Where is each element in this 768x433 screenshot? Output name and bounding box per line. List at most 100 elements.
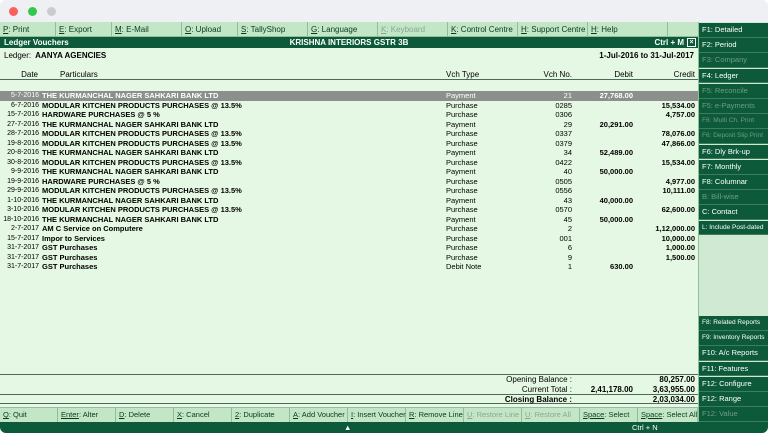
cell-credit: 1,500.00 [665, 252, 695, 262]
sidebar-f3-company-button[interactable]: F3: Company [699, 53, 768, 69]
sidebar-f5-e-payments-button[interactable]: F5: e-Payments [699, 99, 768, 114]
table-row[interactable]: 3-10-2016 MODULAR KITCHEN PRODUCTS PURCHA… [0, 205, 698, 215]
table-row[interactable]: 19-9-2016 HARDWARE PURCHASES @ 5 % Purchas… [0, 177, 698, 187]
action-key: Space [583, 410, 605, 419]
sidebar-f11-features-button[interactable]: F11: Features [699, 361, 768, 377]
cell-vch-no: 9 [567, 252, 572, 262]
cell-credit: 1,12,000.00 [655, 224, 695, 233]
table-row[interactable]: 19-8-2016 MODULAR KITCHEN PRODUCTS PURCHA… [0, 139, 698, 149]
cell-vch-type: Payment [446, 91, 476, 100]
app-window: P: Print E: Export M: E-Mail O: Upload S: Ta… [0, 0, 768, 433]
action-add-voucher-button[interactable]: A: Add Voucher [290, 408, 348, 422]
sidebar-f6-dly-brk-up-button[interactable]: F6: Dly Brk-up [699, 144, 768, 160]
topbar-print[interactable]: P: Print [0, 22, 56, 37]
sidebar-f6-deposit-slip-print-button[interactable]: F6: Deposit Slip Print [699, 129, 768, 145]
chevron-up-icon[interactable]: ▲ [344, 422, 351, 433]
action-alter-button[interactable]: Enter: Alter [58, 408, 116, 422]
cell-particulars: THE KURMANCHAL NAGER SAHKARI BANK LTD [42, 119, 219, 129]
sidebar-f10-a-c-reports-button[interactable]: F10: A/c Reports [699, 346, 768, 362]
table-row[interactable]: 20-8-2016 THE KURMANCHAL NAGER SAHKARI BA… [0, 148, 698, 158]
sidebar-l-include-post-dated-button[interactable]: L: Include Post-dated [699, 220, 768, 236]
action-insert-voucher-button[interactable]: I: Insert Voucher [348, 408, 406, 422]
cell-credit: 15,534.00 [661, 100, 695, 110]
cell-particulars: MODULAR KITCHEN PRODUCTS PURCHASES @ 13.… [42, 157, 242, 167]
action-label: : Duplicate [239, 410, 275, 419]
table-row[interactable]: 29-9-2016 MODULAR KITCHEN PRODUCTS PURCHA… [0, 186, 698, 196]
sidebar-f9-inventory-reports-button[interactable]: F9: Inventory Reports [699, 331, 768, 346]
table-row[interactable]: 31-7-2017 GST Purchases Purchase 9 1,500.00 [0, 253, 698, 263]
table-row[interactable]: 31-7-2017 GST Purchases Debit Note 1 630.00 [0, 262, 698, 272]
table-row[interactable]: 9-9-2016 THE KURMANCHAL NAGER SAHKARI BAN… [0, 167, 698, 177]
cell-vch-no: 001 [559, 233, 572, 243]
action-duplicate-button[interactable]: 2: Duplicate [232, 408, 290, 422]
table-row[interactable]: 6-7-2016 MODULAR KITCHEN PRODUCTS PURCHAS… [0, 101, 698, 111]
action-cancel-button[interactable]: X: Cancel [174, 408, 232, 422]
table-row[interactable]: 28-7-2016 MODULAR KITCHEN PRODUCTS PURCHA… [0, 129, 698, 139]
sidebar-f8-related-reports-button[interactable]: F8: Related Reports [699, 316, 768, 331]
table-row[interactable]: 15-7-2017 Impor to Services Purchase 001 10,… [0, 234, 698, 244]
zoom-window-button[interactable] [28, 7, 37, 16]
cell-date: 28-7-2016 [7, 130, 39, 137]
cell-vch-type: Purchase [446, 129, 478, 138]
sidebar-f4-ledger-button[interactable]: F4: Ledger [699, 68, 768, 84]
action-label: : Delete [124, 410, 151, 419]
action-label: : Cancel [182, 410, 210, 419]
table-row[interactable]: 2-7-2017 AM C Service on Computere Purchas… [0, 224, 698, 234]
topbar-tallyshop[interactable]: S: TallyShop [238, 22, 308, 37]
cell-vch-type: Purchase [446, 100, 478, 110]
sidebar-f12-configure-button[interactable]: F12: Configure [699, 376, 768, 392]
topbar-export[interactable]: E: Export [56, 22, 112, 37]
cell-particulars: THE KURMANCHAL NAGER SAHKARI BANK LTD [42, 167, 219, 176]
sidebar-c-contact-button[interactable]: C: Contact [699, 205, 768, 221]
topbar-language[interactable]: G: Language [308, 22, 378, 37]
sidebar-f12-range-button[interactable]: F12: Range [699, 392, 768, 407]
cell-vch-type: Payment [446, 167, 476, 176]
cell-date: 31-7-2017 [7, 244, 39, 251]
bottom-action-bar: Q: Quit Enter: Alter D: Delete X: Cancel 2: … [0, 407, 698, 422]
sidebar-f7-monthly-button[interactable]: F7: Monthly [699, 159, 768, 175]
action-delete-button[interactable]: D: Delete [116, 408, 174, 422]
cell-credit: 10,000.00 [661, 233, 695, 243]
close-icon[interactable]: × [687, 38, 696, 47]
action-key: Space [641, 410, 663, 419]
sidebar-f6-multi-ch-print-button[interactable]: F6: Multi Ch. Print [699, 114, 768, 129]
table-row[interactable]: 1-10-2016 THE KURMANCHAL NAGER SAHKARI BA… [0, 196, 698, 206]
sidebar-b-bill-wise-button[interactable]: B: Bill-wise [699, 190, 768, 205]
action-remove-line-button[interactable]: R: Remove Line [406, 408, 464, 422]
sidebar-f2-period-button[interactable]: F2: Period [699, 38, 768, 53]
table-row[interactable]: 18-10-2016 THE KURMANCHAL NAGER SAHKARI B… [0, 215, 698, 225]
action-restore-all-button[interactable]: U: Restore All [522, 408, 580, 422]
current-total-row: Current Total : 2,41,178.00 3,63,955.00 [0, 385, 698, 395]
topbar-e-mail[interactable]: M: E-Mail [112, 22, 182, 37]
table-row[interactable]: 31-7-2017 GST Purchases Purchase 6 1,000.00 [0, 243, 698, 253]
sidebar-f1-detailed-button[interactable]: F1: Detailed [699, 23, 768, 38]
topbar-keyboard[interactable]: K: Keyboard [378, 22, 448, 37]
table-row[interactable]: 15-7-2016 HARDWARE PURCHASES @ 5 % Purchas… [0, 110, 698, 120]
cell-debit: 27,768.00 [599, 91, 633, 100]
sidebar-f5-reconcile-button[interactable]: F5: Reconcile [699, 83, 768, 99]
table-row[interactable]: 5-7-2016 THE KURMANCHAL NAGER SAHKARI BAN… [0, 91, 698, 101]
sidebar-f8-columnar-button[interactable]: F8: Columnar [699, 175, 768, 190]
cell-vch-type: Purchase [446, 252, 478, 262]
close-window-button[interactable] [9, 7, 18, 16]
cell-date: 3-10-2016 [7, 206, 39, 213]
action-quit-button[interactable]: Q: Quit [0, 408, 58, 422]
cell-vch-type: Payment [446, 195, 476, 205]
sidebar-f12-value-button[interactable]: F12: Value [699, 407, 768, 422]
cell-date: 29-9-2016 [7, 187, 39, 194]
cell-vch-no: 0285 [555, 100, 572, 110]
cell-particulars: THE KURMANCHAL NAGER SAHKARI BANK LTD [42, 148, 219, 157]
topbar-support-centre[interactable]: H: Support Centre [518, 22, 588, 37]
action-select-all-button[interactable]: Space: Select All [638, 408, 698, 422]
action-select-button[interactable]: Space: Select [580, 408, 638, 422]
period-range[interactable]: 1-Jul-2016 to 31-Jul-2017 [599, 51, 694, 60]
topbar-control-centre[interactable]: K: Control Centre [448, 22, 518, 37]
action-restore-line-button[interactable]: U: Restore Line [464, 408, 522, 422]
table-row[interactable]: 27-7-2016 THE KURMANCHAL NAGER SAHKARI BA… [0, 120, 698, 130]
table-row[interactable]: 30-8-2016 MODULAR KITCHEN PRODUCTS PURCHA… [0, 158, 698, 168]
topbar-upload[interactable]: O: Upload [182, 22, 238, 37]
minimize-window-button[interactable] [47, 7, 56, 16]
topbar-help[interactable]: H: Help [588, 22, 668, 37]
ledger-label: Ledger: [4, 51, 32, 60]
column-credit: Credit [673, 70, 695, 79]
